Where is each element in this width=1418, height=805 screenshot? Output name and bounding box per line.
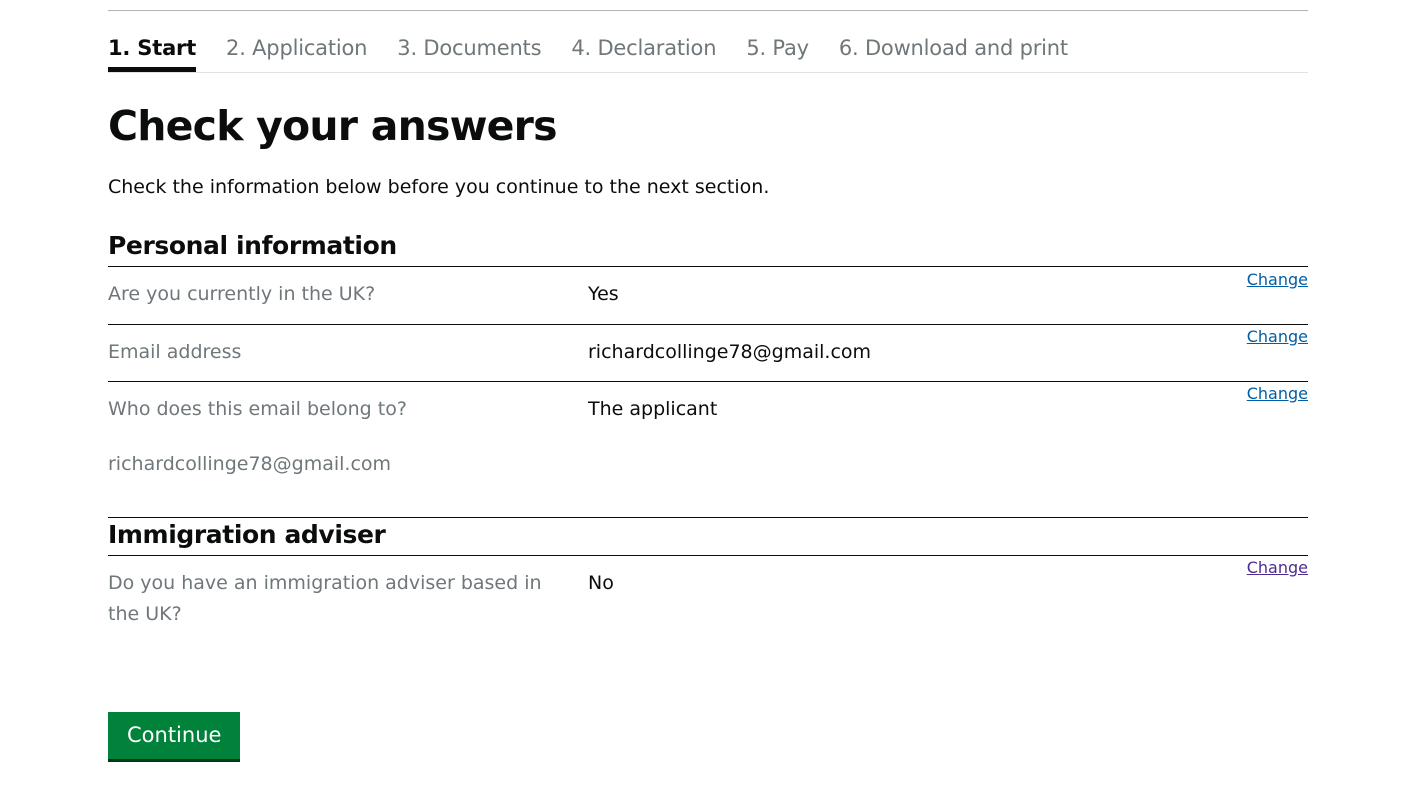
page-title: Check your answers <box>108 102 557 150</box>
steps-divider <box>108 72 1308 73</box>
step-start[interactable]: 1. Start <box>108 24 196 72</box>
answer-row-immigration-adviser: Do you have an immigration adviser based… <box>108 556 1308 636</box>
change-link-email-owner[interactable]: Change <box>1247 383 1308 405</box>
change-link-email[interactable]: Change <box>1247 326 1308 348</box>
answer-value: No <box>588 572 614 594</box>
question-label: Who does this email belong to? <box>108 398 407 420</box>
answer-value: Yes <box>588 283 619 305</box>
section-heading-personal: Personal information <box>108 231 397 260</box>
question-label: Email address <box>108 341 242 363</box>
step-documents[interactable]: 3. Documents <box>397 24 541 72</box>
step-download-print[interactable]: 6. Download and print <box>839 24 1068 72</box>
answer-row-in-uk: Are you currently in the UK? Yes Change <box>108 267 1308 324</box>
question-label: Do you have an immigration adviser based… <box>108 572 542 625</box>
section-heading-immigration: Immigration adviser <box>108 520 386 549</box>
change-link-in-uk[interactable]: Change <box>1247 269 1308 291</box>
step-declaration[interactable]: 4. Declaration <box>571 24 716 72</box>
continue-button[interactable]: Continue <box>108 712 241 759</box>
answer-value: The applicant <box>588 398 718 420</box>
question-label: Are you currently in the UK? <box>108 283 376 305</box>
top-divider <box>108 10 1308 11</box>
answer-row-email: Email address richardcollinge78@gmail.co… <box>108 325 1308 381</box>
step-application[interactable]: 2. Application <box>226 24 367 72</box>
change-link-immigration-adviser[interactable]: Change <box>1247 557 1308 579</box>
step-pay[interactable]: 5. Pay <box>746 24 809 72</box>
answer-row-email-owner: Who does this email belong to? The appli… <box>108 382 1308 517</box>
email-owner-detail: richardcollinge78@gmail.com <box>108 453 392 475</box>
answer-value: richardcollinge78@gmail.com <box>588 341 872 363</box>
progress-steps: 1. Start 2. Application 3. Documents 4. … <box>108 24 1308 72</box>
intro-text: Check the information below before you c… <box>108 176 770 198</box>
